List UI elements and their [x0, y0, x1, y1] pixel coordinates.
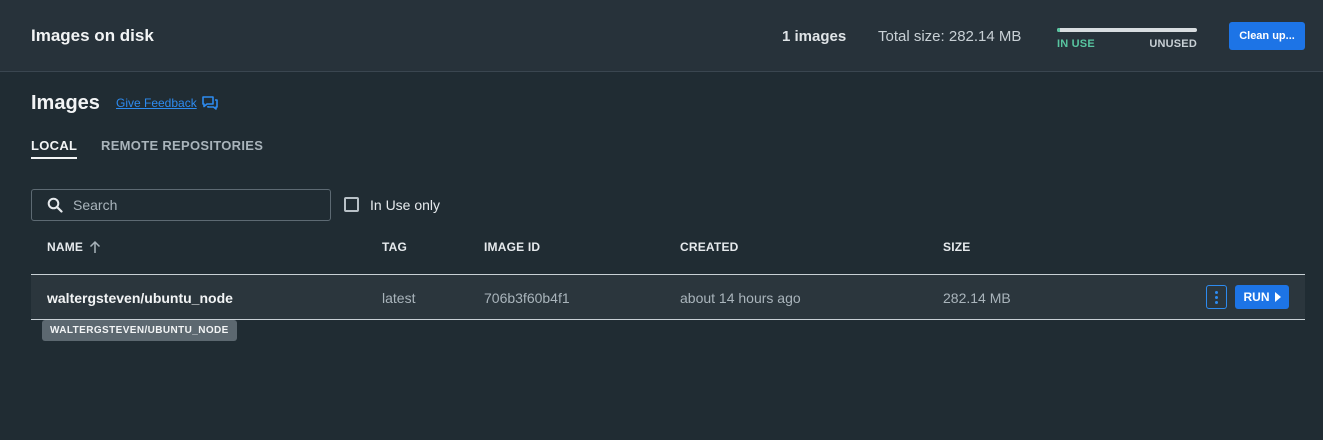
column-header-image-id[interactable]: IMAGE ID: [484, 240, 540, 254]
image-created: about 14 hours ago: [680, 290, 801, 306]
header-bar: Images on disk 1 images Total size: 282.…: [0, 0, 1323, 72]
page-title: Images: [31, 92, 100, 114]
in-use-only-checkbox[interactable]: [344, 197, 359, 212]
table-row[interactable]: waltergsteven/ubuntu_node latest 706b3f6…: [31, 274, 1305, 320]
image-size: 282.14 MB: [943, 290, 1011, 306]
search-box[interactable]: [31, 189, 331, 221]
name-tooltip: WALTERGSTEVEN/UBUNTU_NODE: [42, 320, 237, 341]
kebab-menu-icon: [1215, 296, 1218, 299]
column-header-created[interactable]: CREATED: [680, 240, 739, 254]
search-icon: [47, 197, 63, 213]
tab-local[interactable]: LOCAL: [31, 138, 78, 159]
tab-remote-repositories[interactable]: REMOTE REPOSITORIES: [101, 138, 263, 157]
in-use-label: IN USE: [1057, 38, 1095, 50]
image-count: 1 images: [782, 28, 847, 45]
usage-bar-fill: [1057, 28, 1060, 32]
header-title: Images on disk: [31, 26, 154, 45]
column-header-tag[interactable]: TAG: [382, 240, 407, 254]
image-tag: latest: [382, 290, 416, 306]
kebab-menu-icon: [1215, 291, 1218, 294]
in-use-only-label: In Use only: [370, 197, 441, 213]
clean-up-button[interactable]: Clean up...: [1229, 22, 1305, 50]
column-header-size[interactable]: SIZE: [943, 240, 970, 254]
kebab-menu-icon: [1215, 301, 1218, 304]
unused-label: UNUSED: [1149, 38, 1197, 50]
play-icon: [1274, 292, 1281, 302]
run-label: RUN: [1243, 290, 1270, 304]
disk-usage-meter: IN USE UNUSED: [1057, 28, 1197, 52]
search-input[interactable]: [73, 190, 323, 220]
more-options-button[interactable]: [1206, 285, 1227, 309]
sort-ascending-icon[interactable]: [88, 240, 102, 254]
feedback-chat-icon: [201, 96, 218, 110]
give-feedback-label: Give Feedback: [116, 96, 197, 110]
image-name: waltergsteven/ubuntu_node: [47, 290, 233, 306]
total-size: Total size: 282.14 MB: [878, 28, 1022, 45]
run-button[interactable]: RUN: [1235, 285, 1289, 309]
column-header-name[interactable]: NAME: [47, 240, 83, 254]
give-feedback-link[interactable]: Give Feedback: [116, 96, 218, 110]
image-id: 706b3f60b4f1: [484, 290, 570, 306]
usage-bar: [1057, 28, 1197, 32]
